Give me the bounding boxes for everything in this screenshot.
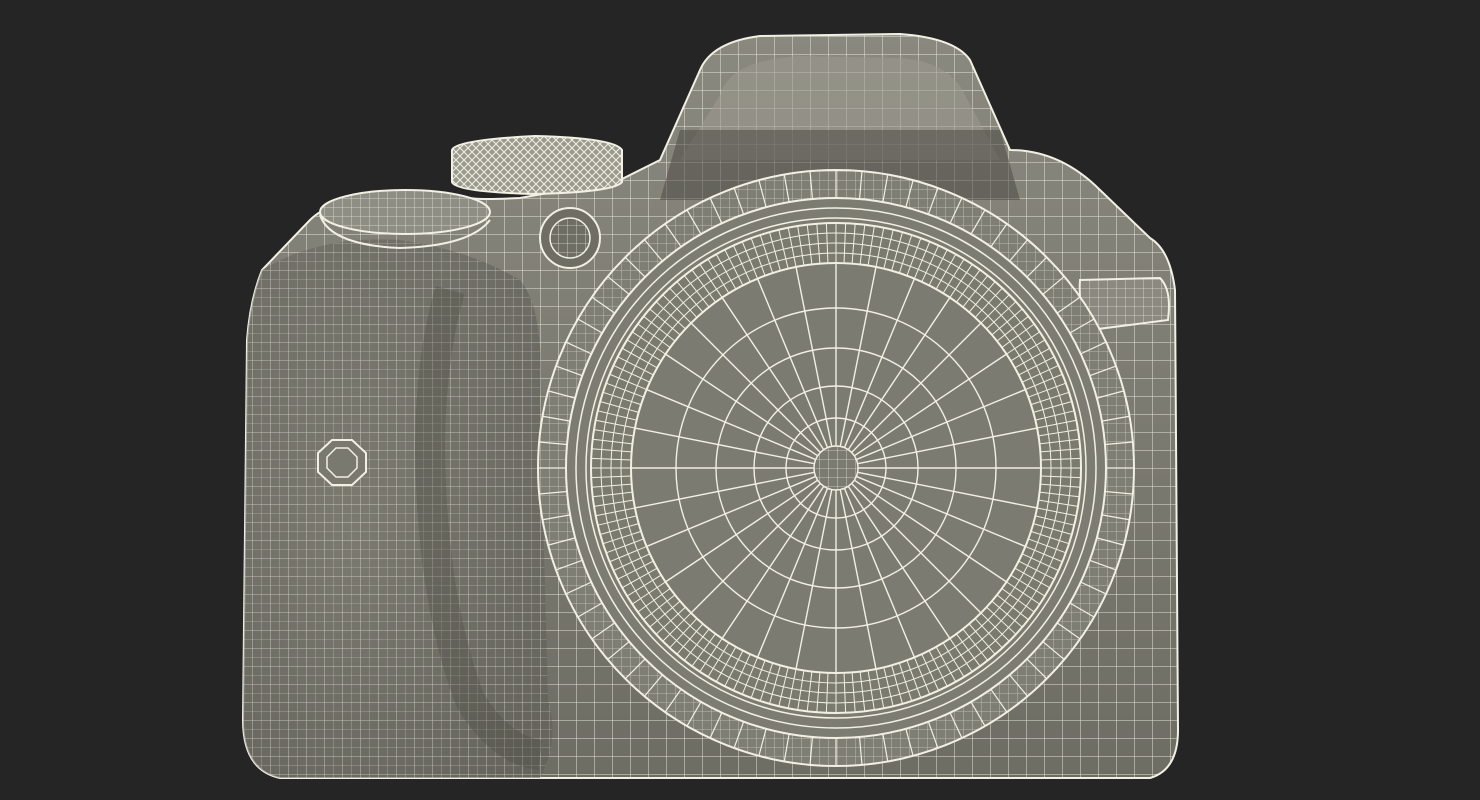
camera-wireframe-render: [241, 32, 1180, 779]
infrared-receiver: [317, 439, 367, 486]
hand-grip: [243, 239, 553, 778]
lens-cap: [590, 222, 1082, 714]
af-assist-lamp: [539, 207, 601, 269]
render-viewport: [0, 0, 1480, 800]
cap-center-hub: [813, 445, 859, 491]
mode-dial: [451, 134, 623, 196]
